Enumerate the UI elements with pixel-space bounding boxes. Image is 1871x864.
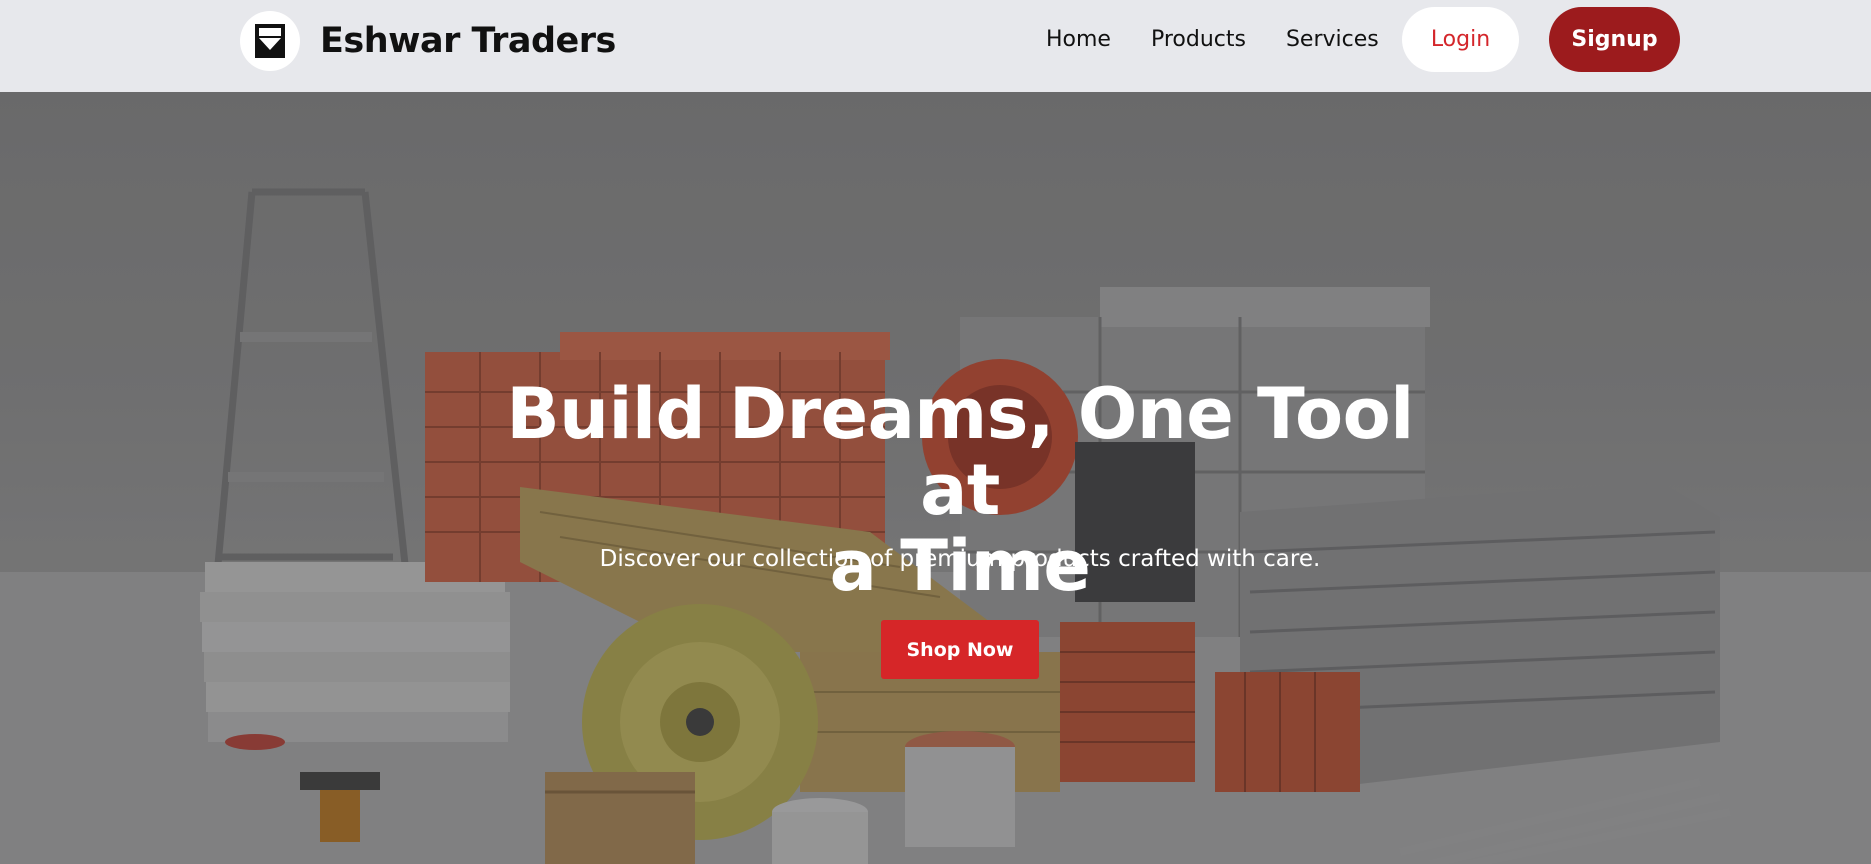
navbar: Eshwar Traders Home Products Services Lo… [0, 0, 1871, 92]
nav-links: Home Products Services [1046, 22, 1419, 58]
shop-now-button[interactable]: Shop Now [881, 620, 1039, 679]
brand-name[interactable]: Eshwar Traders [320, 21, 616, 61]
brand[interactable]: Eshwar Traders [240, 10, 616, 72]
login-button[interactable]: Login [1402, 7, 1519, 72]
signup-button[interactable]: Signup [1549, 7, 1680, 72]
hero-subtitle: Discover our collection of premium produ… [599, 546, 1321, 572]
nav-link-home[interactable]: Home [1046, 22, 1111, 58]
hero-section: Build Dreams, One Tool at a Time Discove… [0, 92, 1871, 864]
nav-link-services[interactable]: Services [1286, 22, 1379, 58]
hero-content: Build Dreams, One Tool at a Time Discove… [0, 92, 1871, 864]
nav-link-products[interactable]: Products [1151, 22, 1246, 58]
eshwar-traders-logo-icon[interactable] [240, 11, 300, 71]
hero-title-line1: Build Dreams, One Tool at [506, 373, 1414, 531]
